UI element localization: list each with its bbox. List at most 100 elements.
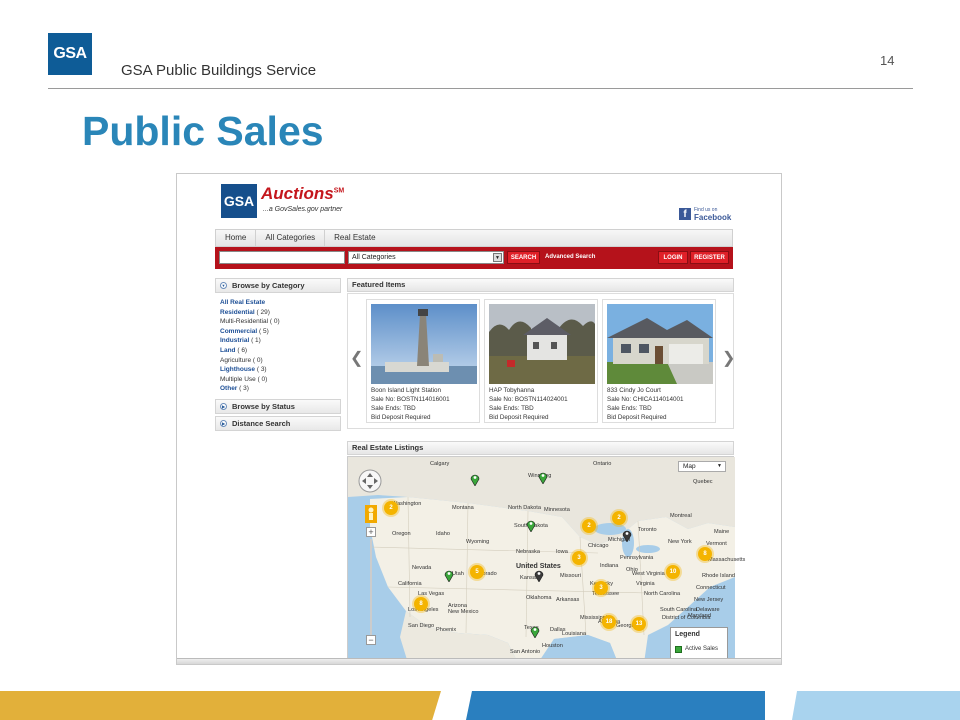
listing-cluster-marker[interactable]: 2 — [582, 519, 596, 533]
carousel-prev-icon[interactable]: ❮ — [350, 348, 363, 368]
map-place-label: Oregon — [392, 531, 411, 537]
map-place-label: Montreal — [670, 513, 692, 519]
listing-cluster-marker[interactable]: 13 — [632, 617, 646, 631]
map-place-label: District of Columbia — [662, 615, 711, 621]
distance-search-header[interactable]: ▶ Distance Search — [215, 416, 341, 431]
listing-cluster-marker[interactable]: 8 — [698, 547, 712, 561]
category-count: ( 0) — [252, 356, 263, 364]
legend-active-sales: Active Sales — [685, 646, 719, 652]
nav-real-estate[interactable]: Real Estate — [325, 230, 384, 246]
map-place-label: Wyoming — [466, 539, 490, 545]
category-select[interactable]: All Categories ▼ — [348, 251, 504, 264]
map-pin-icon[interactable] — [444, 569, 454, 582]
map-pin-icon[interactable] — [530, 625, 540, 638]
register-button[interactable]: REGISTER — [690, 251, 729, 264]
listing-cluster-marker[interactable]: 2 — [612, 511, 626, 525]
listing-cluster-marker[interactable]: 2 — [384, 501, 398, 515]
zoom-out-icon[interactable]: − — [366, 635, 376, 645]
map-place-label: North Carolina — [644, 591, 681, 597]
map-pin-icon[interactable] — [470, 473, 480, 486]
category-item[interactable]: Residential ( 29) — [220, 308, 270, 317]
category-select-value: All Categories — [352, 254, 396, 261]
footer-bar-blue — [466, 691, 765, 720]
category-count: ( 29) — [256, 308, 270, 316]
map-pin-icon[interactable] — [538, 471, 548, 484]
category-count: ( 1) — [251, 337, 261, 345]
advanced-search-link[interactable]: Advanced Search — [545, 254, 595, 260]
category-item[interactable]: Industrial ( 1) — [220, 336, 261, 345]
listings-header: Real Estate Listings — [347, 441, 734, 455]
category-item[interactable]: Land ( 6) — [220, 346, 247, 355]
map-place-label: Phoenix — [436, 627, 457, 633]
browse-by-category-header[interactable]: ▼ Browse by Category — [215, 278, 341, 293]
featured-sale-ends: Sale Ends: TBD — [371, 405, 416, 412]
map-place-label: Nevada — [412, 565, 432, 571]
site-tagline: ...a GovSales.gov partner — [263, 206, 343, 213]
map-pin-icon[interactable] — [622, 529, 632, 542]
category-item[interactable]: Commercial ( 5) — [220, 327, 269, 336]
map-place-label: Massachusetts — [708, 557, 746, 563]
category-label: Commercial — [220, 327, 258, 335]
zoom-slider-track[interactable] — [370, 539, 372, 635]
featured-card[interactable]: 833 Cindy Jo Court Sale No: CHICA1140140… — [602, 299, 716, 423]
street-view-pegman-icon[interactable] — [365, 505, 377, 523]
zoom-in-icon[interactable]: + — [366, 527, 376, 537]
facebook-icon[interactable]: f — [679, 208, 691, 220]
browse-by-status-label: Browse by Status — [232, 402, 295, 411]
collapse-icon: ▼ — [220, 282, 227, 289]
site-gsa-logo[interactable]: GSA — [221, 184, 257, 218]
category-label: Residential — [220, 308, 255, 316]
category-item[interactable]: Multiple Use ( 0) — [220, 375, 267, 384]
search-button[interactable]: SEARCH — [507, 251, 540, 264]
listing-cluster-marker[interactable]: 8 — [414, 597, 428, 611]
map-place-label: Minnesota — [544, 507, 570, 513]
site-brand-text: Auctions — [261, 184, 334, 203]
listing-cluster-marker[interactable]: 3 — [572, 551, 586, 565]
listing-cluster-marker[interactable]: 5 — [470, 565, 484, 579]
nav-all-categories[interactable]: All Categories — [256, 230, 326, 246]
map-pin-icon[interactable] — [526, 519, 536, 532]
map-place-label: Montana — [452, 505, 474, 511]
expand-icon: ▶ — [220, 420, 227, 427]
category-label: Industrial — [220, 337, 250, 345]
carousel-next-icon[interactable]: ❯ — [722, 348, 735, 368]
search-input[interactable] — [219, 251, 345, 264]
map-place-label: New York — [668, 539, 692, 545]
browse-by-status-header[interactable]: ▶ Browse by Status — [215, 399, 341, 414]
gsa-logo: GSA — [48, 33, 92, 75]
nav-home[interactable]: Home — [216, 230, 257, 246]
page-number: 14 — [880, 53, 895, 68]
map-place-label: Oklahoma — [526, 595, 552, 601]
listing-cluster-marker[interactable]: 3 — [594, 581, 608, 595]
category-item[interactable]: Lighthouse ( 3) — [220, 365, 267, 374]
listings-map[interactable]: + − Map ▼ CalgaryWinnipegOntarioQuebecWa… — [347, 456, 745, 663]
login-button[interactable]: LOGIN — [658, 251, 688, 264]
category-item[interactable]: All Real Estate — [220, 298, 265, 307]
featured-card[interactable]: HAP Tobyhanna Sale No: BOSTN114024001 Sa… — [484, 299, 598, 423]
category-item[interactable]: Other ( 3) — [220, 384, 249, 393]
map-type-select[interactable]: Map ▼ — [678, 461, 726, 472]
featured-items-header: Featured Items — [347, 278, 734, 292]
map-place-label: San Antonio — [510, 649, 541, 655]
dropdown-arrow-icon[interactable]: ▼ — [493, 253, 502, 262]
site-brand[interactable]: AuctionsSM — [261, 184, 344, 204]
featured-sale-ends: Sale Ends: TBD — [489, 405, 534, 412]
header-divider — [48, 88, 913, 89]
map-place-label: California — [398, 581, 422, 587]
listing-cluster-marker[interactable]: 10 — [666, 565, 680, 579]
category-item[interactable]: Multi-Residential ( 0) — [220, 317, 280, 326]
map-place-label: Louisiana — [562, 631, 586, 637]
category-item[interactable]: Agriculture ( 0) — [220, 356, 263, 365]
featured-card[interactable]: Boon Island Light Station Sale No: BOSTN… — [366, 299, 480, 423]
pan-control-icon[interactable] — [358, 469, 382, 493]
listing-cluster-marker[interactable]: 18 — [602, 615, 616, 629]
map-pin-icon[interactable] — [534, 569, 544, 582]
featured-sale-number: Sale No: BOSTN114024001 — [489, 396, 568, 403]
horizontal-scrollbar[interactable] — [177, 658, 781, 664]
category-count: ( 0) — [269, 318, 280, 326]
map-place-label: Connecticut — [696, 585, 726, 591]
map-place-label: Maine — [714, 529, 730, 535]
category-label: Multi-Residential — [220, 318, 269, 326]
facebook-link[interactable]: Facebook — [694, 213, 731, 222]
map-place-label: Indiana — [600, 563, 619, 569]
